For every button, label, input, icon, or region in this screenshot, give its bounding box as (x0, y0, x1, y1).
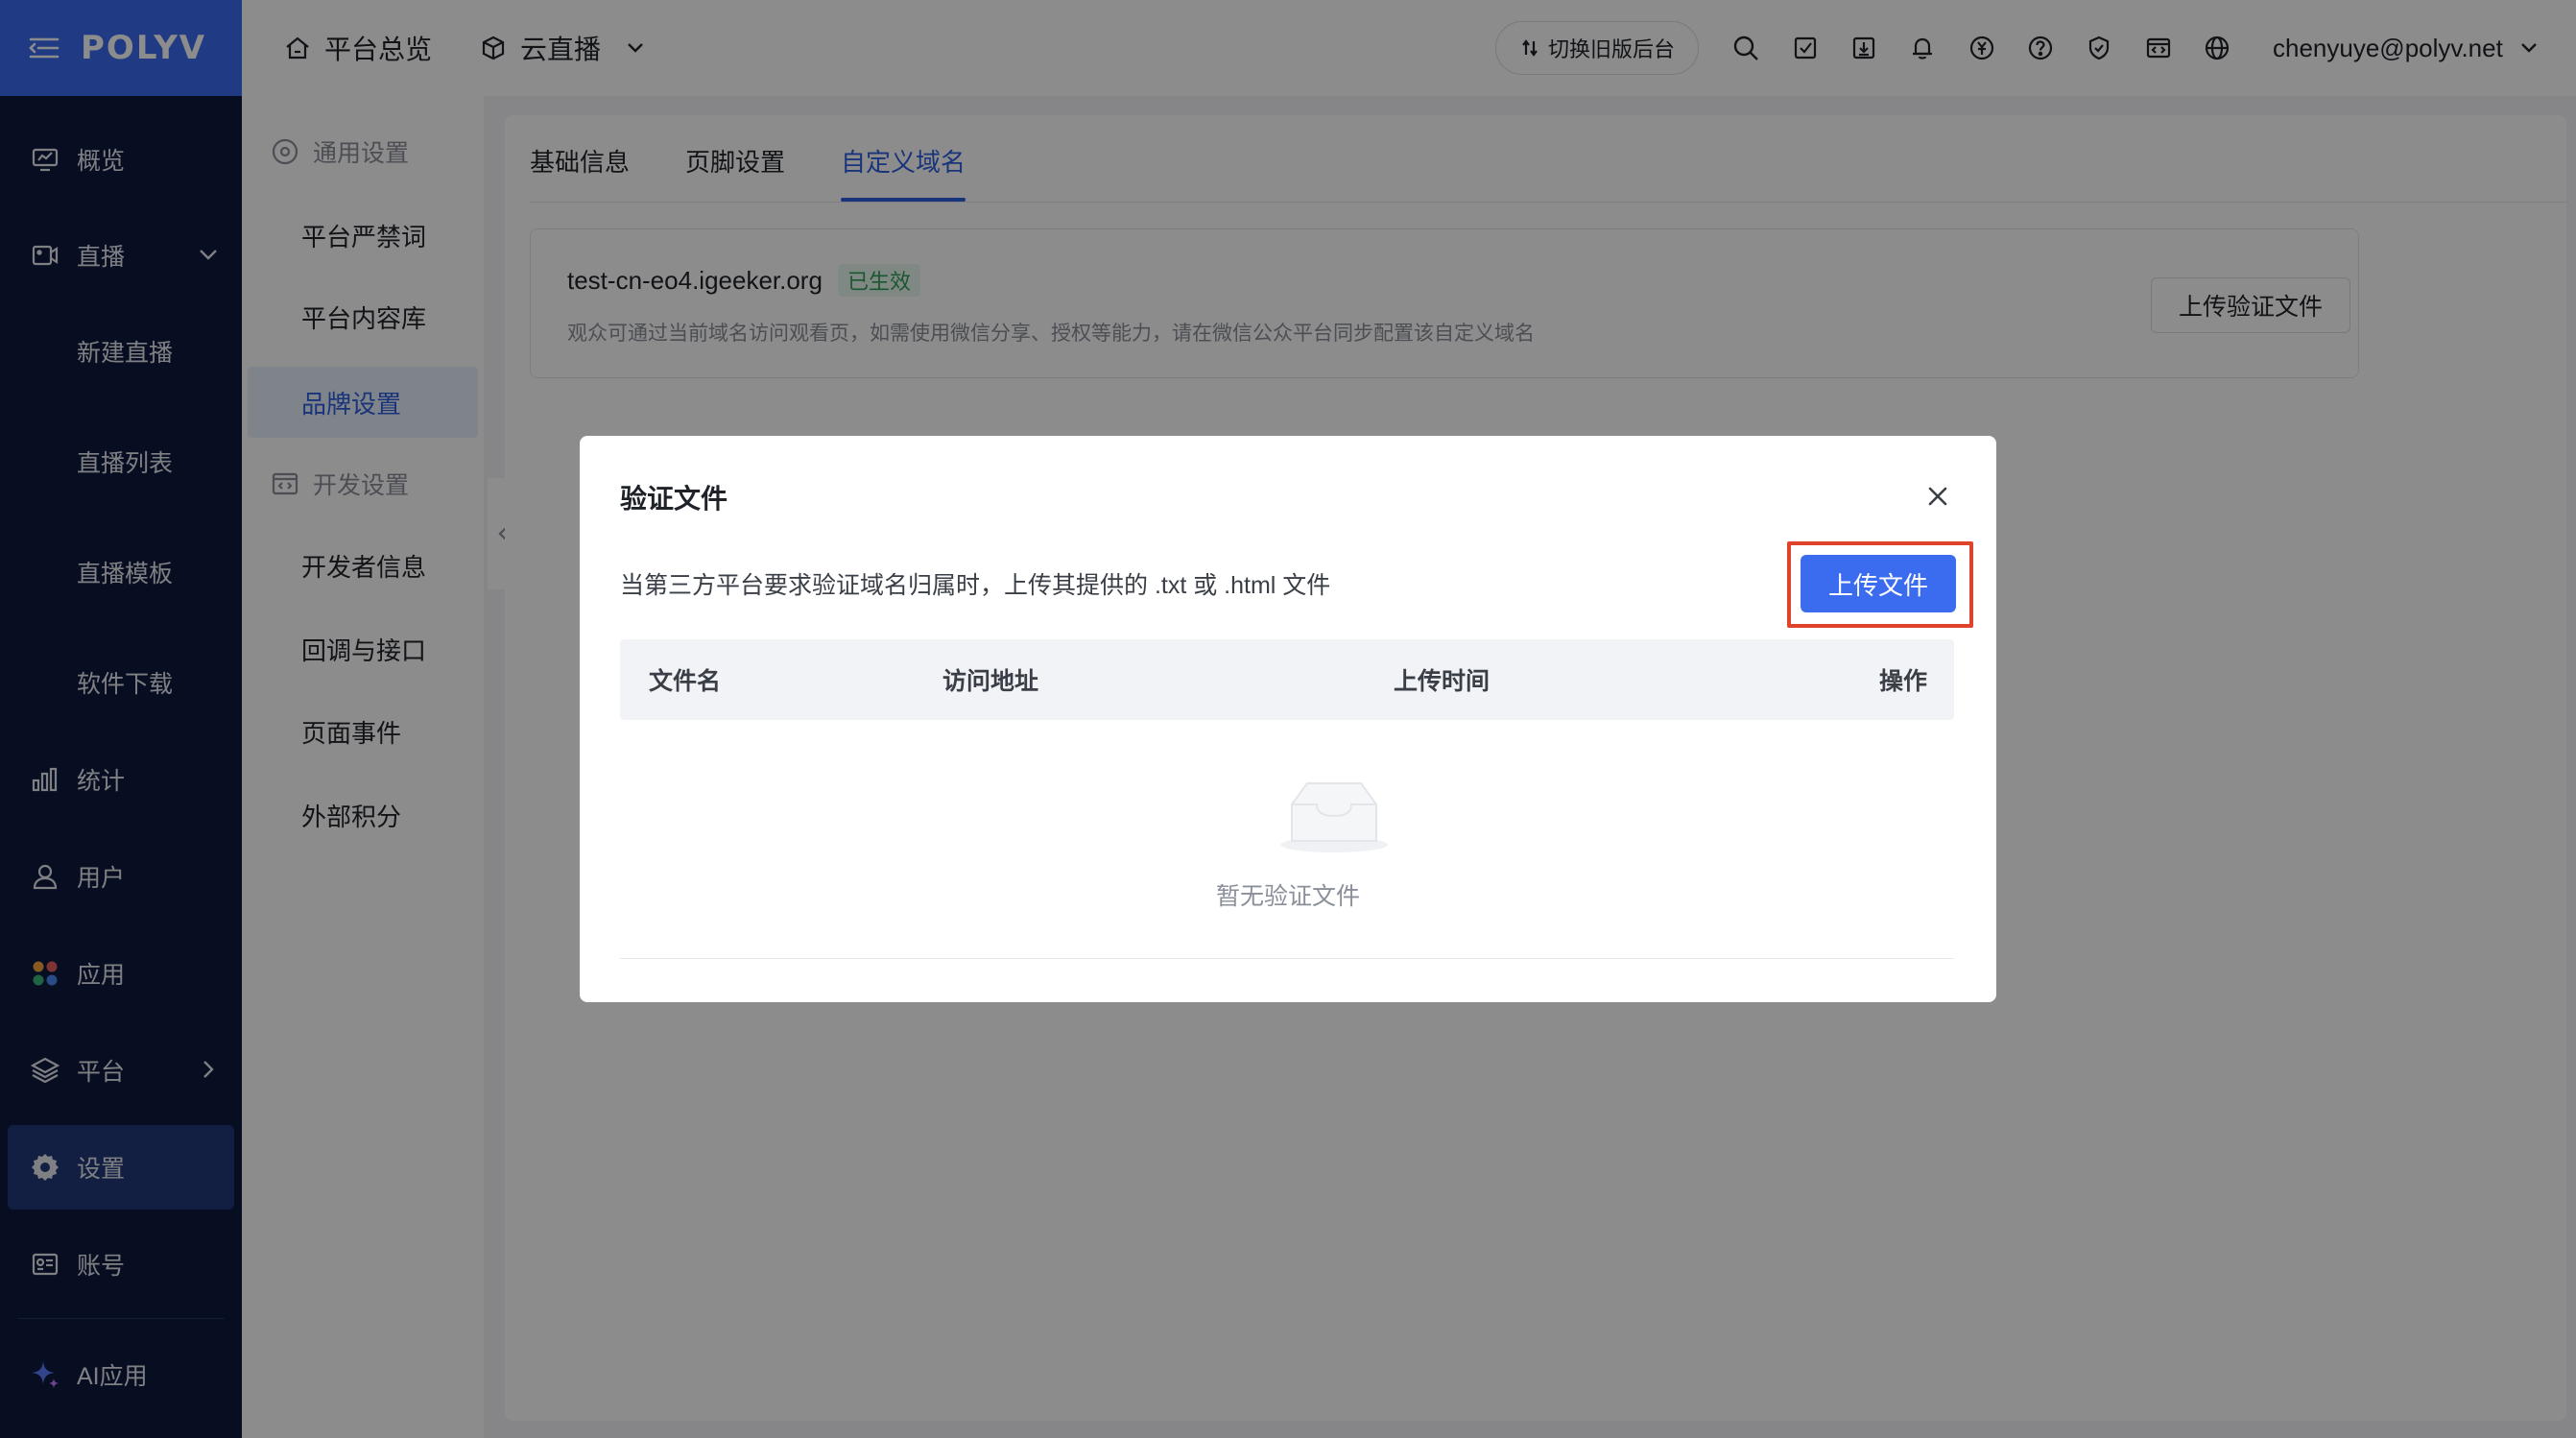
column-header-actions: 操作 (1879, 668, 1928, 695)
upload-file-button[interactable]: 上传文件 (1801, 555, 1956, 612)
verification-file-dialog: 验证文件 当第三方平台要求验证域名归属时，上传其提供的 .txt 或 .html… (580, 436, 1996, 1002)
column-header-url: 访问地址 (942, 668, 1039, 695)
close-icon[interactable] (1921, 480, 1954, 513)
empty-state-text: 暂无验证文件 (1215, 883, 1360, 910)
table-bottom-divider (620, 958, 1954, 959)
column-header-filename: 文件名 (649, 668, 722, 695)
dialog-title: 验证文件 (620, 484, 728, 514)
column-header-upload-time: 上传时间 (1394, 668, 1491, 695)
empty-inbox-icon (1280, 782, 1388, 852)
table-header: 文件名 访问地址 上传时间 操作 (620, 639, 1954, 720)
dialog-hint: 当第三方平台要求验证域名归属时，上传其提供的 .txt 或 .html 文件 (620, 572, 1331, 599)
